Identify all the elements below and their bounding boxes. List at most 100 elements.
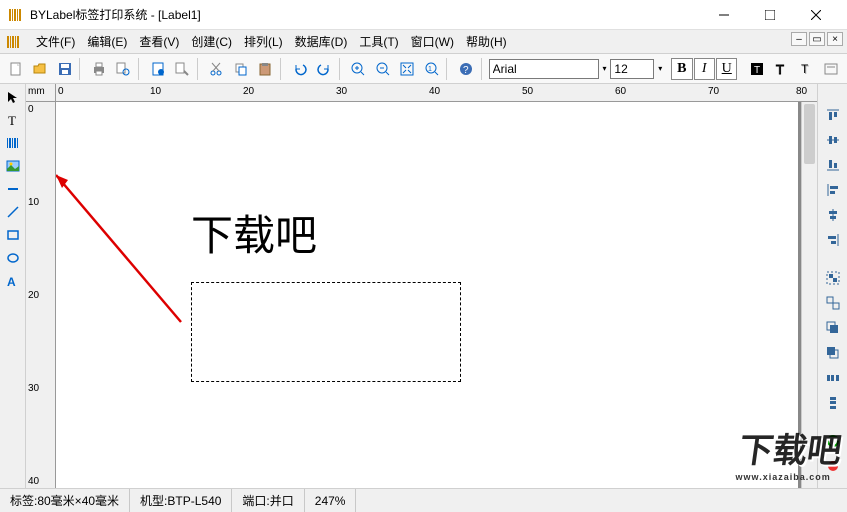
app-logo-icon (8, 7, 24, 23)
align-bottom-button[interactable] (822, 154, 844, 176)
text-color-button[interactable]: T (745, 57, 768, 81)
text-shadow-button[interactable]: TT (794, 57, 817, 81)
font-name-dropdown-icon[interactable]: ▾ (600, 59, 610, 79)
image-tool[interactable] (2, 155, 24, 177)
toolbar-separator (339, 58, 344, 80)
canvas-text-object[interactable]: 下载吧 (191, 202, 317, 263)
menu-database[interactable]: 数据库(D) (289, 30, 354, 53)
menu-file[interactable]: 文件(F) (30, 30, 81, 53)
ungroup-button[interactable] (822, 292, 844, 314)
help-button[interactable]: ? (454, 57, 477, 81)
ellipse-tool[interactable] (2, 247, 24, 269)
save-button[interactable] (53, 57, 76, 81)
menu-view[interactable]: 查看(V) (133, 30, 185, 53)
pointer-tool[interactable] (2, 86, 24, 108)
refresh-button[interactable] (822, 430, 844, 452)
open-button[interactable] (28, 57, 51, 81)
close-button[interactable] (793, 0, 839, 30)
vertical-ruler: 0 10 20 30 40 (26, 102, 56, 488)
status-port: 端口:并口 (232, 489, 304, 512)
toolbar-separator (79, 58, 84, 80)
toolbar-separator (197, 58, 202, 80)
title-bar: BYLabel标签打印系统 - [Label1] (0, 0, 847, 30)
copy-button[interactable] (229, 57, 252, 81)
app-logo-small-icon (6, 34, 22, 50)
mdi-restore-button[interactable]: ▭ (809, 32, 825, 46)
menu-create[interactable]: 创建(C) (185, 30, 238, 53)
status-bar: 标签:80毫米×40毫米 机型:BTP-L540 端口:并口 247% (0, 488, 847, 512)
underline-button[interactable]: U (716, 58, 737, 80)
horizontal-ruler: 0 10 20 30 40 50 60 70 80 (56, 84, 817, 102)
scrollbar-thumb[interactable] (804, 104, 815, 164)
menu-help[interactable]: 帮助(H) (460, 30, 513, 53)
print-preview-button[interactable] (112, 57, 135, 81)
mdi-close-button[interactable]: × (827, 32, 843, 46)
page-setup-button[interactable] (146, 57, 169, 81)
redo-button[interactable] (312, 57, 335, 81)
paste-button[interactable] (254, 57, 277, 81)
group-button[interactable] (822, 267, 844, 289)
svg-text:1: 1 (428, 66, 432, 73)
align-left-button[interactable] (822, 179, 844, 201)
align-top-button[interactable] (822, 104, 844, 126)
dline-tool[interactable] (2, 201, 24, 223)
label-page[interactable]: 下载吧 (56, 102, 798, 488)
canvas-selection-box[interactable] (191, 282, 461, 382)
status-printer-model: 机型:BTP-L540 (130, 489, 232, 512)
italic-button[interactable]: I (694, 58, 715, 80)
hruler-tick: 80 (796, 86, 807, 97)
right-toolbox (817, 84, 847, 488)
text-outline-button[interactable]: T (770, 57, 793, 81)
undo-button[interactable] (288, 57, 311, 81)
hruler-tick: 40 (429, 86, 440, 97)
align-hcenter-button[interactable] (822, 204, 844, 226)
svg-text:T: T (754, 65, 760, 76)
align-right-button[interactable] (822, 229, 844, 251)
hline-tool[interactable] (2, 178, 24, 200)
color-picker-button[interactable] (822, 455, 844, 477)
bold-button[interactable]: B (671, 58, 692, 80)
zoom-out-button[interactable] (371, 57, 394, 81)
zoom-in-button[interactable] (347, 57, 370, 81)
status-zoom: 247% (305, 489, 357, 512)
menu-tools[interactable]: 工具(T) (353, 30, 404, 53)
svg-text:T: T (776, 62, 784, 77)
minimize-button[interactable] (701, 0, 747, 30)
distribute-v-button[interactable] (822, 392, 844, 414)
menu-edit[interactable]: 编辑(E) (81, 30, 133, 53)
vruler-tick: 10 (28, 197, 39, 208)
bring-front-button[interactable] (822, 317, 844, 339)
mdi-minimize-button[interactable]: ‒ (791, 32, 807, 46)
vertical-scrollbar[interactable] (801, 102, 817, 488)
maximize-button[interactable] (747, 0, 793, 30)
toolbar: 1 ? ▾ ▾ B I U T T TT (0, 54, 847, 84)
properties-button[interactable] (170, 57, 193, 81)
menu-arrange[interactable]: 排列(L) (238, 30, 289, 53)
font-size-dropdown-icon[interactable]: ▾ (655, 59, 665, 79)
cut-button[interactable] (205, 57, 228, 81)
zoom-fit-button[interactable] (396, 57, 419, 81)
workspace: T A mm 0 10 20 30 40 50 60 70 80 0 10 20… (0, 84, 847, 488)
zoom-100-button[interactable]: 1 (420, 57, 443, 81)
new-button[interactable] (4, 57, 27, 81)
toolbar-overflow-button[interactable] (820, 57, 843, 81)
hruler-tick: 70 (708, 86, 719, 97)
svg-text:T: T (801, 62, 809, 76)
align-vcenter-button[interactable] (822, 129, 844, 151)
print-button[interactable] (87, 57, 110, 81)
window-title: BYLabel标签打印系统 - [Label1] (30, 6, 701, 23)
font-size-select[interactable] (610, 59, 654, 79)
barcode-tool[interactable] (2, 132, 24, 154)
distribute-h-button[interactable] (822, 367, 844, 389)
svg-text:?: ? (463, 65, 469, 76)
menu-window[interactable]: 窗口(W) (405, 30, 460, 53)
send-back-button[interactable] (822, 342, 844, 364)
font-name-select[interactable] (489, 59, 599, 79)
canvas-viewport[interactable]: 下载吧 (56, 102, 817, 488)
hruler-tick: 10 (150, 86, 161, 97)
text-tool[interactable]: T (2, 109, 24, 131)
vruler-tick: 40 (28, 476, 39, 487)
richtext-tool[interactable]: A (2, 270, 24, 292)
hruler-tick: 20 (243, 86, 254, 97)
rect-tool[interactable] (2, 224, 24, 246)
